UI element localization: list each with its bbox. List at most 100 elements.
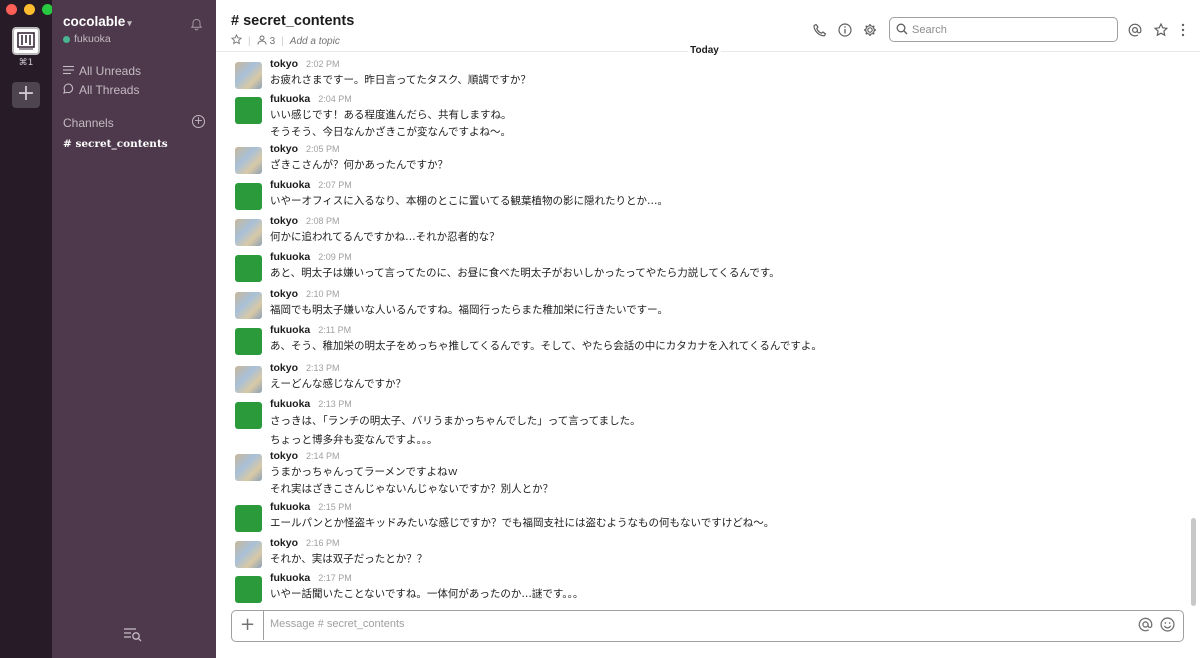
workspace-logo-icon[interactable] (12, 27, 40, 55)
message-author[interactable]: fukuoka 2:17 PM (270, 572, 352, 584)
message-timestamp[interactable]: 2:07 PM (318, 180, 352, 190)
search-list-icon[interactable] (123, 626, 143, 646)
message-timestamp[interactable]: 2:02 PM (306, 59, 340, 69)
message-author[interactable]: tokyo 2:14 PM (270, 450, 340, 462)
author-name[interactable]: tokyo (270, 143, 298, 155)
message-timestamp[interactable]: 2:16 PM (306, 538, 340, 548)
message-author[interactable]: fukuoka 2:04 PM (270, 93, 352, 105)
message-timestamp[interactable]: 2:08 PM (306, 216, 340, 226)
author-name[interactable]: tokyo (270, 362, 298, 374)
message-timestamp[interactable]: 2:05 PM (306, 144, 340, 154)
at-sign-icon[interactable] (1128, 22, 1142, 41)
avatar[interactable] (235, 97, 262, 124)
message-author[interactable]: fukuoka 2:09 PM (270, 251, 352, 263)
sidebar-item-secret-contents[interactable]: # secret_contents (63, 138, 168, 150)
channels-heading[interactable]: Channels (63, 116, 114, 130)
message-timestamp[interactable]: 2:13 PM (306, 363, 340, 373)
search-input[interactable] (912, 23, 1102, 36)
message-timestamp[interactable]: 2:10 PM (306, 289, 340, 299)
message-timestamp[interactable]: 2:09 PM (318, 252, 352, 262)
emoji-icon[interactable] (1160, 617, 1175, 636)
avatar[interactable] (235, 541, 262, 568)
star-icon[interactable] (1153, 22, 1169, 41)
more-vertical-icon[interactable] (1180, 22, 1186, 41)
message-author[interactable]: fukuoka 2:11 PM (270, 324, 351, 336)
message-line: えーどんな感じなんですか？ (270, 378, 406, 390)
window-controls (6, 4, 53, 15)
add-topic-link[interactable]: Add a topic (290, 36, 340, 47)
message-input[interactable] (270, 618, 1090, 630)
author-name[interactable]: tokyo (270, 537, 298, 549)
threads-icon (63, 83, 74, 97)
message-body: それか、実は双子だったとか？？ (270, 551, 427, 568)
message-timestamp[interactable]: 2:14 PM (306, 451, 340, 461)
at-sign-icon[interactable] (1138, 617, 1153, 636)
message-line: いやーオフィスに入るなり、本棚のとこに置いてる観葉植物の影に隠れたりとか…。 (270, 195, 669, 207)
avatar[interactable] (235, 505, 262, 532)
avatar[interactable] (235, 454, 262, 481)
channel-header: # secret_contents | 3 | Add a topic Toda… (216, 0, 1200, 59)
member-icon[interactable] (257, 35, 267, 48)
gear-icon[interactable] (863, 22, 877, 41)
meta-divider: | (248, 35, 251, 47)
search-box[interactable] (889, 17, 1118, 42)
avatar[interactable] (235, 366, 262, 393)
author-name[interactable]: tokyo (270, 58, 298, 70)
message-author[interactable]: fukuoka 2:07 PM (270, 179, 352, 191)
avatar[interactable] (235, 402, 262, 429)
author-name[interactable]: fukuoka (270, 179, 310, 191)
avatar[interactable] (235, 576, 262, 603)
avatar[interactable] (235, 292, 262, 319)
author-name[interactable]: tokyo (270, 288, 298, 300)
avatar[interactable] (235, 328, 262, 355)
close-window-button[interactable] (6, 4, 17, 15)
avatar[interactable] (235, 147, 262, 174)
sidebar-item-label: All Unreads (79, 64, 142, 78)
phone-icon[interactable] (813, 22, 827, 41)
message-author[interactable]: tokyo 2:02 PM (270, 58, 340, 70)
message-timestamp[interactable]: 2:13 PM (318, 399, 352, 409)
avatar[interactable] (235, 183, 262, 210)
avatar[interactable] (235, 62, 262, 89)
author-name[interactable]: fukuoka (270, 398, 310, 410)
channel-title[interactable]: # secret_contents (231, 13, 354, 29)
sidebar-item-all-threads[interactable]: All Threads (63, 83, 139, 97)
attach-plus-button[interactable]: + (232, 611, 264, 640)
message-timestamp[interactable]: 2:15 PM (318, 502, 352, 512)
message-author[interactable]: tokyo 2:10 PM (270, 288, 340, 300)
message-author[interactable]: tokyo 2:08 PM (270, 215, 340, 227)
workspace-rail: ⌘1 + (0, 0, 53, 658)
sidebar-item-all-unreads[interactable]: All Unreads (63, 64, 141, 78)
message-line: ざきこさんが？何かあったんですか？ (270, 159, 448, 171)
message-author[interactable]: fukuoka 2:15 PM (270, 501, 352, 513)
minimize-window-button[interactable] (24, 4, 35, 15)
message-body: お疲れさまですー。昨日言ってたタスク、順調ですか？ (270, 72, 531, 89)
author-name[interactable]: fukuoka (270, 572, 310, 584)
message-author[interactable]: tokyo 2:13 PM (270, 362, 340, 374)
message-author[interactable]: fukuoka 2:13 PM (270, 398, 352, 410)
author-name[interactable]: fukuoka (270, 93, 310, 105)
star-icon[interactable] (230, 33, 243, 48)
bell-icon[interactable] (190, 16, 203, 35)
member-count[interactable]: 3 (270, 36, 276, 47)
workspace-name[interactable]: cocolable ▾ (63, 14, 132, 29)
message-author[interactable]: tokyo 2:16 PM (270, 537, 340, 549)
author-name[interactable]: fukuoka (270, 324, 310, 336)
author-name[interactable]: fukuoka (270, 501, 310, 513)
message-timestamp[interactable]: 2:17 PM (318, 573, 352, 583)
avatar[interactable] (235, 219, 262, 246)
add-workspace-button[interactable]: + (12, 82, 40, 108)
author-name[interactable]: tokyo (270, 215, 298, 227)
avatar[interactable] (235, 255, 262, 282)
message-scrollbar[interactable] (1191, 518, 1196, 606)
message-timestamp[interactable]: 2:11 PM (318, 325, 351, 335)
add-channel-icon[interactable]: + (192, 115, 205, 128)
message-line: それ実はざきこさんじゃないんじゃないですか？別人とか？ (270, 483, 554, 495)
author-name[interactable]: tokyo (270, 450, 298, 462)
info-icon[interactable] (838, 22, 852, 41)
current-user[interactable]: fukuoka (63, 33, 111, 45)
author-name[interactable]: fukuoka (270, 251, 310, 263)
message-timestamp[interactable]: 2:04 PM (318, 94, 352, 104)
message-line: あ、そう、稚加栄の明太子をめっちゃ推してくるんです。そして、やたら会話の中にカタ… (270, 340, 822, 352)
message-author[interactable]: tokyo 2:05 PM (270, 143, 340, 155)
